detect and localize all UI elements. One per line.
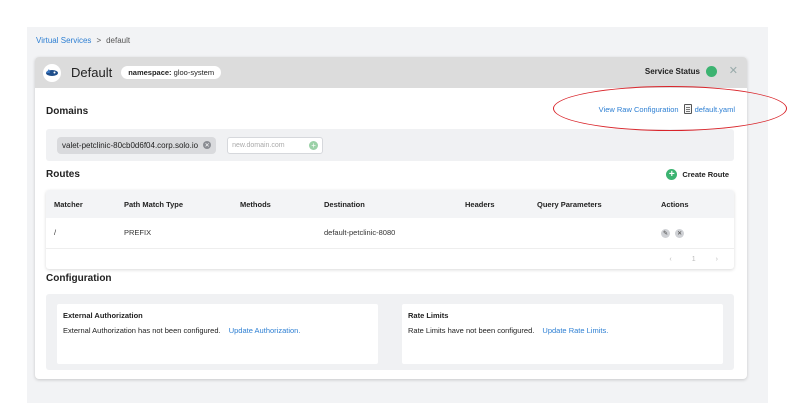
service-status: Service Status [645,66,717,77]
breadcrumb-virtual-services[interactable]: Virtual Services [36,36,91,45]
breadcrumb-current: default [106,36,131,45]
column-header: Actions [661,199,689,209]
domain-chip: valet-petclinic-80cb0d6f04.corp.solo.io … [57,136,217,154]
configuration-box: External Authorization External Authoriz… [46,294,734,370]
create-route-button[interactable]: + Create Route [666,169,729,180]
breadcrumb-separator: > [96,36,102,45]
new-domain-placeholder: new.domain.com [232,141,285,149]
domains-title: Domains [46,106,89,117]
rate-limits-title: Rate Limits [408,311,449,320]
external-authorization-panel: External Authorization External Authoriz… [57,304,378,364]
view-raw-configuration: View Raw Configuration default.yaml [599,104,735,114]
rate-limits-panel: Rate Limits Rate Limits have not been co… [402,304,723,364]
gloo-logo-icon [43,63,61,82]
cell-headers [457,218,529,249]
domains-box: valet-petclinic-80cb0d6f04.corp.solo.io … [46,129,734,161]
configuration-title: Configuration [46,273,112,284]
create-route-label: Create Route [682,170,729,179]
add-domain-icon[interactable]: + [309,140,319,150]
external-authorization-text: External Authorization has not been conf… [63,326,221,335]
column-header: Query Parameters [537,199,602,209]
raw-file-name: default.yaml [694,104,735,114]
status-ok-icon [706,66,717,77]
cell-methods [232,218,316,249]
cell-actions: ✎ ✕ [653,218,734,249]
cell-matcher: / [46,218,116,249]
column-header: Destination [324,199,365,209]
column-header: Headers [465,199,495,209]
namespace-badge: namespace: gloo-system [121,66,222,79]
update-authorization-link[interactable]: Update Authorization. [229,326,301,335]
column-header: Methods [240,199,271,209]
column-header: Matcher [54,199,83,209]
namespace-value: gloo-system [173,68,215,77]
pagination: ‹ 1 › [669,256,718,263]
cell-destination: default-petclinic-8080 [316,218,457,249]
page-title: Default [71,65,113,80]
cell-path-match-type: PREFIX [116,218,232,249]
remove-domain-icon[interactable]: ✕ [203,141,212,149]
virtual-service-card: Default namespace: gloo-system Service S… [35,57,747,379]
plus-icon: + [666,169,678,180]
card-header: Default namespace: gloo-system Service S… [35,57,747,88]
namespace-label: namespace: [128,68,172,77]
external-authorization-title: External Authorization [63,311,143,320]
routes-table: Matcher Path Match Type Methods Destinat… [46,190,734,269]
domain-chip-label: valet-petclinic-80cb0d6f04.corp.solo.io [62,140,199,150]
routes-title: Routes [46,169,80,180]
raw-file-link[interactable]: default.yaml [683,104,735,114]
table-header-row: Matcher Path Match Type Methods Destinat… [46,190,734,218]
column-header: Path Match Type [124,199,184,209]
service-status-label: Service Status [644,67,700,76]
delete-icon[interactable]: ✕ [675,228,685,238]
edit-icon[interactable]: ✎ [661,228,670,238]
document-icon [683,104,692,114]
page-number[interactable]: 1 [692,256,696,263]
table-row: / PREFIX default-petclinic-8080 ✎ ✕ [46,218,734,249]
rate-limits-text: Rate Limits have not been configured. [408,326,535,335]
view-raw-configuration-link[interactable]: View Raw Configuration [599,105,679,114]
new-domain-input[interactable]: new.domain.com + [227,136,324,154]
close-icon[interactable]: ✕ [729,64,738,77]
update-rate-limits-link[interactable]: Update Rate Limits. [542,326,608,335]
next-page-icon[interactable]: › [716,256,718,263]
cell-query-parameters [529,218,653,249]
breadcrumb: Virtual Services > default [36,36,130,45]
prev-page-icon[interactable]: ‹ [669,256,671,263]
